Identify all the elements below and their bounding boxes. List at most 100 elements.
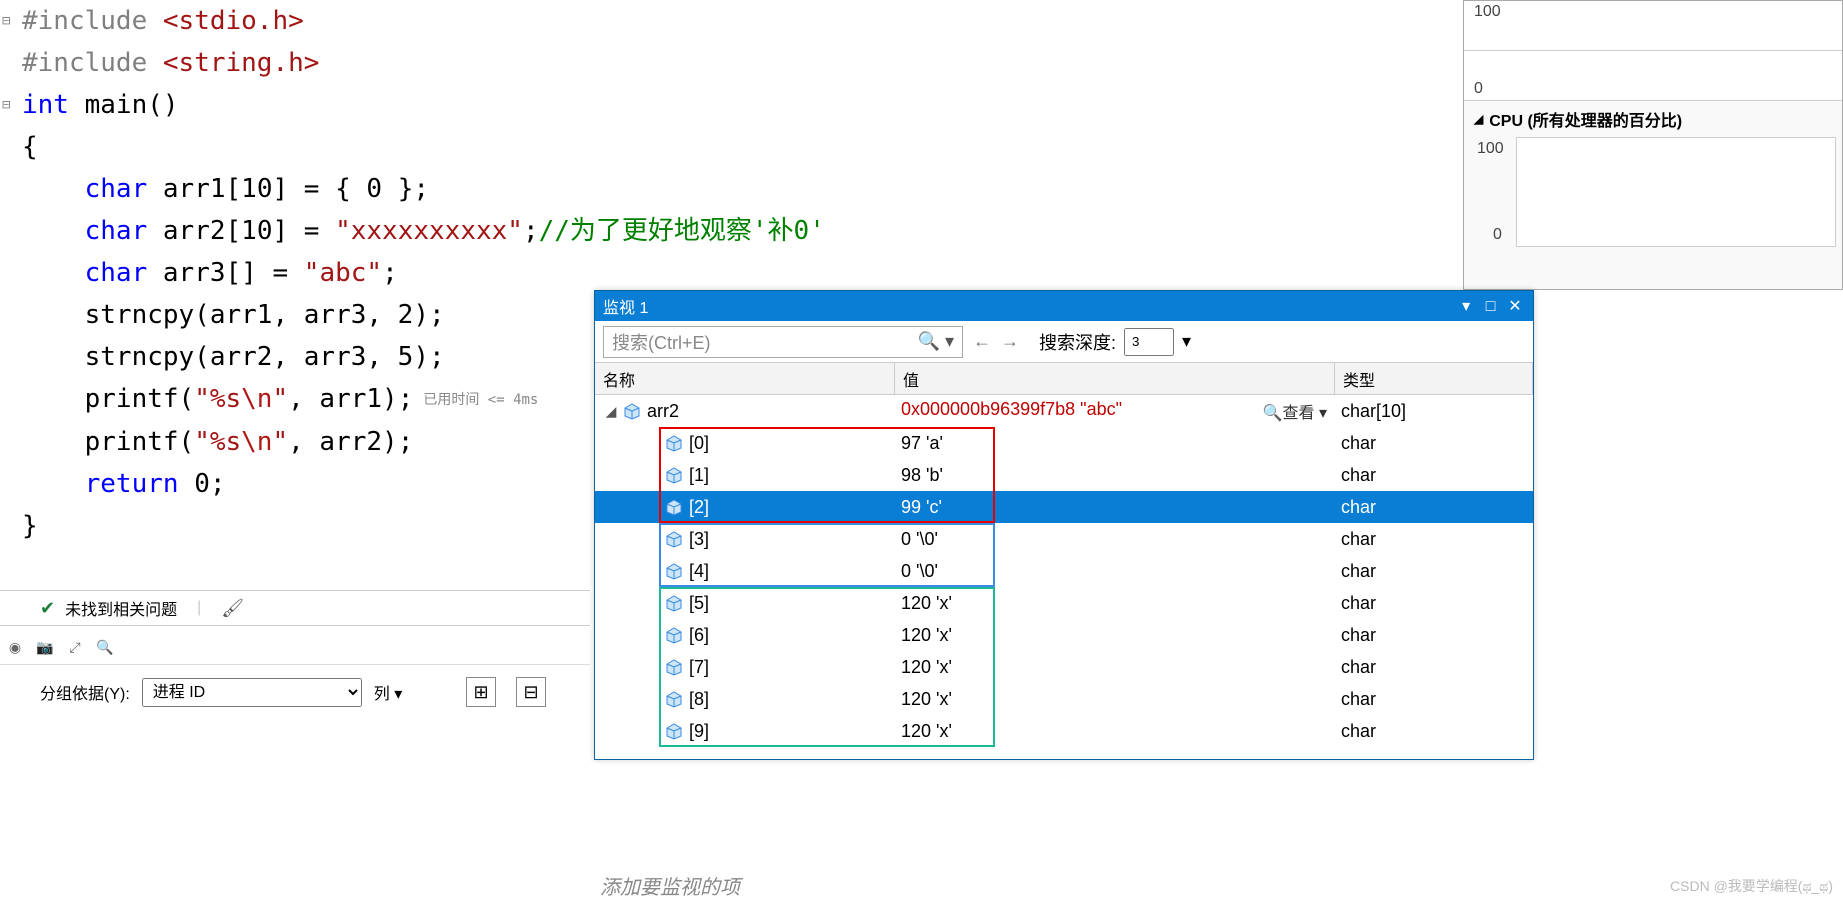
record-icon[interactable]: ◉ xyxy=(4,636,26,658)
expand-arrow-icon[interactable]: ◢ xyxy=(601,403,621,420)
watch-item-row[interactable]: [1]98 'b'char xyxy=(595,459,1533,491)
cube-icon xyxy=(663,530,685,548)
close-icon[interactable]: ✕ xyxy=(1505,296,1525,316)
back-icon[interactable]: ← xyxy=(973,331,991,352)
perf-tip: 已用时间 <= 4ms xyxy=(423,379,538,421)
watch-item-name: [4] xyxy=(689,561,709,582)
cube-icon xyxy=(621,402,643,420)
watch-item-value: 97 'a' xyxy=(895,433,1335,454)
header-type[interactable]: 类型 xyxy=(1335,363,1533,394)
cube-icon xyxy=(663,434,685,452)
problems-bar: ✔ 未找到相关问题 | 🖌 xyxy=(0,590,590,626)
zoom-reset-icon[interactable]: ⤢ xyxy=(64,636,86,658)
watch-item-value: 120 'x' xyxy=(895,657,1335,678)
watch-item-type: char xyxy=(1335,561,1533,582)
watch-title-text: 监视 1 xyxy=(603,294,648,318)
watch-item-type: char xyxy=(1335,689,1533,710)
watch-item-name: [5] xyxy=(689,593,709,614)
watch-item-type: char xyxy=(1335,529,1533,550)
watch-var-type: char[10] xyxy=(1335,401,1533,422)
mini-chart-2: 0 xyxy=(1464,51,1842,101)
depth-dropdown-icon[interactable]: ▾ xyxy=(1182,331,1191,352)
watch-item-row[interactable]: [5] 120 'x'char xyxy=(595,587,1533,619)
mini-chart: 100 xyxy=(1464,1,1842,51)
watch-item-type: char xyxy=(1335,465,1533,486)
cube-icon xyxy=(663,466,685,484)
watch-item-value: 0 '\0' xyxy=(895,529,1335,550)
cube-icon xyxy=(663,690,685,708)
watch-window[interactable]: 监视 1 ▾ □ ✕ 搜索(Ctrl+E) 🔍 ▾ ← → 搜索深度: ▾ 名称… xyxy=(594,290,1534,760)
watch-titlebar[interactable]: 监视 1 ▾ □ ✕ xyxy=(595,291,1533,321)
watch-item-name: [8] xyxy=(689,689,709,710)
check-icon: ✔ xyxy=(40,598,55,619)
group-by-label: 分组依据(Y): xyxy=(40,680,130,704)
columns-button[interactable]: 列 ▾ xyxy=(374,680,402,704)
watch-headers[interactable]: 名称 值 类型 xyxy=(595,363,1533,395)
depth-input[interactable] xyxy=(1124,328,1174,356)
depth-label: 搜索深度: xyxy=(1039,329,1116,355)
watermark: CSDN @我要学编程(ಥ_ಥ) xyxy=(1670,876,1833,896)
watch-item-value: 120 'x' xyxy=(895,689,1335,710)
watch-item-value: 120 'x' xyxy=(895,721,1335,742)
problems-text: 未找到相关问题 xyxy=(65,596,177,620)
fold-icon[interactable]: ⊟ xyxy=(2,0,10,42)
view-button[interactable]: 🔍查看 ▾ xyxy=(1263,399,1327,423)
header-name[interactable]: 名称 xyxy=(595,363,895,394)
watch-item-type: char xyxy=(1335,657,1533,678)
watch-item-type: char xyxy=(1335,433,1533,454)
preproc: #include xyxy=(22,6,163,36)
watch-item-type: char xyxy=(1335,593,1533,614)
watch-search[interactable]: 搜索(Ctrl+E) 🔍 ▾ xyxy=(603,326,963,358)
dropdown-icon[interactable]: ▾ xyxy=(1456,296,1476,316)
watch-item-name: [9] xyxy=(689,721,709,742)
brush-icon[interactable]: 🖌 xyxy=(221,598,244,619)
cpu-section-header[interactable]: ◢ CPU (所有处理器的百分比) xyxy=(1464,101,1842,137)
cube-icon xyxy=(663,722,685,740)
watch-item-row[interactable]: [4] 0 '\0'char xyxy=(595,555,1533,587)
watch-item-value: 98 'b' xyxy=(895,465,1335,486)
cpu-chart: 100 0 xyxy=(1516,137,1836,247)
watch-item-row[interactable]: [0] 97 'a'char xyxy=(595,427,1533,459)
search-icon[interactable]: 🔍 ▾ xyxy=(918,331,954,352)
watch-item-row[interactable]: [6] 120 'x'char xyxy=(595,619,1533,651)
cube-icon xyxy=(663,594,685,612)
watch-item-value: 99 'c' xyxy=(895,497,1335,518)
watch-item-row[interactable]: [2] 99 'c'char xyxy=(595,491,1533,523)
cube-icon xyxy=(663,562,685,580)
forward-icon[interactable]: → xyxy=(1001,331,1019,352)
watch-root-row[interactable]: ◢ arr2 0x000000b96399f7b8 "abc" 🔍查看 ▾ ch… xyxy=(595,395,1533,427)
watch-item-value: 120 'x' xyxy=(895,593,1335,614)
watch-item-name: [7] xyxy=(689,657,709,678)
watch-item-type: char xyxy=(1335,497,1533,518)
watch-item-value: 120 'x' xyxy=(895,625,1335,646)
watch-item-row[interactable]: [3] 0 '\0'char xyxy=(595,523,1533,555)
fold-icon[interactable]: ⊟ xyxy=(2,84,10,126)
group-by-select[interactable]: 进程 ID xyxy=(142,678,362,707)
diagnostic-tools: 100 0 ◢ CPU (所有处理器的百分比) 100 0 xyxy=(1463,0,1843,290)
zoom-in-icon[interactable]: 🔍 xyxy=(94,636,116,658)
watch-item-type: char xyxy=(1335,625,1533,646)
maximize-icon[interactable]: □ xyxy=(1481,298,1501,316)
watch-item-type: char xyxy=(1335,721,1533,742)
cube-icon xyxy=(663,626,685,644)
watch-item-name: [2] xyxy=(689,497,709,518)
cube-icon xyxy=(663,498,685,516)
watch-var-value: 0x000000b96399f7b8 "abc" xyxy=(901,399,1122,423)
diagnostic-panel: ◉ 📷 ⤢ 🔍 分组依据(Y): 进程 ID 列 ▾ ⊞ ⊟ xyxy=(0,630,590,760)
camera-icon[interactable]: 📷 xyxy=(34,636,56,658)
watch-item-name: [3] xyxy=(689,529,709,550)
watch-item-row[interactable]: [8] 120 'x'char xyxy=(595,683,1533,715)
watch-item-value: 0 '\0' xyxy=(895,561,1335,582)
watch-item-name: [0] xyxy=(689,433,709,454)
watch-item-row[interactable]: [7] 120 'x'char xyxy=(595,651,1533,683)
watch-item-name: [6] xyxy=(689,625,709,646)
expand-button[interactable]: ⊞ xyxy=(466,677,496,707)
cube-icon xyxy=(663,658,685,676)
search-placeholder: 搜索(Ctrl+E) xyxy=(612,329,711,355)
add-watch-hint[interactable]: 添加要监视的项 xyxy=(600,871,740,900)
header-value[interactable]: 值 xyxy=(895,363,1335,394)
collapse-button[interactable]: ⊟ xyxy=(516,677,546,707)
watch-item-row[interactable]: [9] 120 'x'char xyxy=(595,715,1533,747)
watch-var-name: arr2 xyxy=(647,401,679,422)
triangle-down-icon: ◢ xyxy=(1474,112,1483,126)
